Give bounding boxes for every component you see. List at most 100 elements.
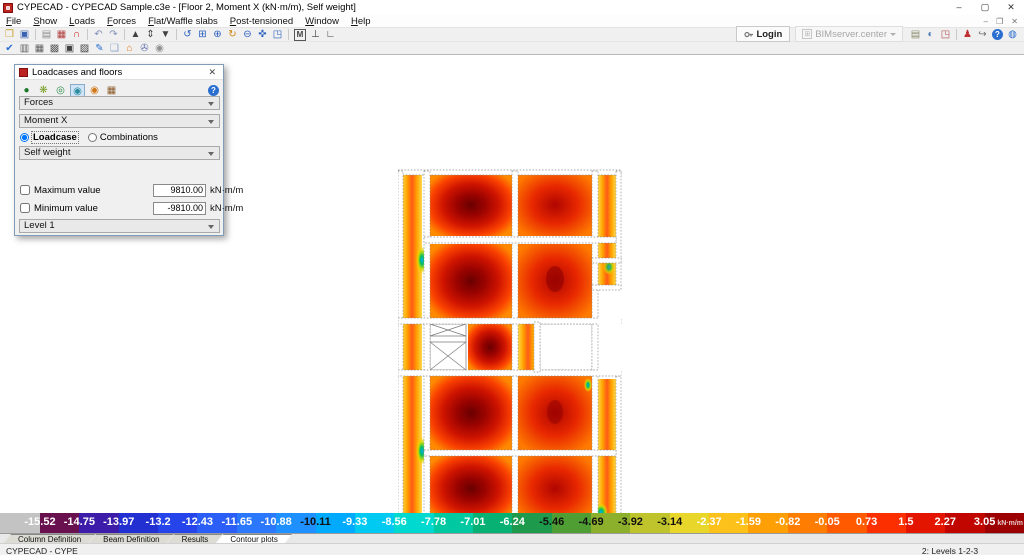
maximize-button[interactable]: ▢ <box>972 0 998 15</box>
dialog-icon <box>19 67 28 77</box>
scale-value: -8.56 <box>381 516 407 528</box>
dialog-help-icon[interactable]: ? <box>208 85 219 96</box>
menu-flat-waffle-slabs[interactable]: Flat/Waffle slabs <box>142 15 224 28</box>
maximum-value-row: Maximum value kN·m/m <box>20 183 243 197</box>
protect-job-icon[interactable]: ⌂ <box>122 42 137 55</box>
minimum-value-checkbox[interactable] <box>20 203 30 213</box>
minimum-unit-label: kN·m/m <box>210 202 244 214</box>
scale-value: -3.14 <box>657 516 683 528</box>
scale-value: -5.46 <box>539 516 565 528</box>
dialog-title-bar[interactable]: Loadcases and floors ✕ <box>15 65 223 80</box>
scale-value: -4.69 <box>578 516 604 528</box>
measure-icon[interactable]: ∟ <box>323 28 338 41</box>
scale-value: -2.37 <box>696 516 722 528</box>
elevation-view-icon[interactable]: ⊥ <box>308 28 323 41</box>
edit-surface-icon[interactable]: ✎ <box>92 42 107 55</box>
scale-value: -9.33 <box>342 516 368 528</box>
scale-value: -12.43 <box>181 516 214 528</box>
loadcase-radio-input[interactable] <box>20 132 29 142</box>
login-button[interactable]: Login <box>736 26 791 42</box>
login-label: Login <box>756 28 783 40</box>
magnet-snap-icon[interactable]: ∩ <box>69 28 84 41</box>
open-file-icon[interactable]: ❒ <box>2 28 17 41</box>
title-bar: CYPECAD - CYPECAD Sample.c3e - [Floor 2,… <box>0 0 1024 15</box>
category-select[interactable]: Forces <box>19 96 220 110</box>
maximum-unit-label: kN·m/m <box>210 184 244 196</box>
job-manager-icon[interactable]: ▦ <box>54 28 69 41</box>
menu-window[interactable]: Window <box>299 15 345 28</box>
slabs-tool-icon[interactable]: ▣ <box>62 42 77 55</box>
account-icons: ▤ ◐ ◳ ♟ ↪? ◍ <box>908 28 1020 41</box>
share-project-icon[interactable]: ◳ <box>938 28 953 41</box>
minimum-value-label: Minimum value <box>34 202 98 214</box>
minimize-button[interactable]: – <box>946 0 972 15</box>
zoom-out-icon[interactable]: ⊖ <box>240 28 255 41</box>
toolbar-separator <box>288 29 289 40</box>
floor-down-icon[interactable]: ▼ <box>158 28 173 41</box>
tab-column-definition[interactable]: Column Definition <box>4 534 95 543</box>
zoom-in-icon[interactable]: ⊕ <box>210 28 225 41</box>
scale-value: -15.52 <box>24 516 56 528</box>
menu-show[interactable]: Show <box>27 15 63 28</box>
key-icon <box>744 31 754 37</box>
scale-value: -0.82 <box>775 516 801 528</box>
visibility-icon[interactable]: ◉ <box>152 42 167 55</box>
help-icon[interactable]: ? <box>992 28 1003 40</box>
save-file-icon[interactable]: ▣ <box>17 28 32 41</box>
zoom-window-icon[interactable]: ⊞ <box>195 28 210 41</box>
print-icon[interactable]: ▤ <box>908 28 923 41</box>
scale-value: -13.97 <box>103 516 135 528</box>
texts-plan-icon[interactable]: M <box>294 28 306 41</box>
beams-tool-icon[interactable]: ▦ <box>32 42 47 55</box>
menu-help[interactable]: Help <box>345 15 377 28</box>
previous-view-icon[interactable]: ◳ <box>270 28 285 41</box>
scale-value: -3.92 <box>617 516 643 528</box>
bimserver-button[interactable]: ⊞ BIMserver.center <box>795 26 903 42</box>
attachment-icon[interactable]: ✇ <box>137 42 152 55</box>
tab-contour-plots[interactable]: Contour plots <box>216 534 292 543</box>
maximum-value-input[interactable] <box>153 183 206 197</box>
verify-check-icon[interactable]: ✔ <box>2 42 17 55</box>
scale-value: 0.73 <box>855 516 878 528</box>
undo-icon[interactable]: ↶ <box>91 28 106 41</box>
cype-web-icon[interactable]: ◍ <box>1005 28 1020 41</box>
pan-view-icon[interactable]: ✜ <box>255 28 270 41</box>
floor-select-icon[interactable]: ⇕ <box>143 28 158 41</box>
redraw-icon[interactable]: ↻ <box>225 28 240 41</box>
combinations-radio-input[interactable] <box>87 132 97 142</box>
loadcase-select[interactable]: Self weight <box>19 146 220 160</box>
window-title: CYPECAD - CYPECAD Sample.c3e - [Floor 2,… <box>17 2 356 13</box>
export-web-icon[interactable]: ◐ <box>923 28 938 41</box>
force-select[interactable]: Moment X <box>19 114 220 128</box>
close-button[interactable]: ✕ <box>998 0 1024 15</box>
floor-up-icon[interactable]: ▲ <box>128 28 143 41</box>
status-bar: CYPECAD - CYPE 2: Levels 1-2-3 <box>0 543 1024 556</box>
users-icon[interactable]: ♟ <box>960 28 975 41</box>
toolbar-separator <box>956 28 957 40</box>
menu-file[interactable]: File <box>0 15 27 28</box>
loadcase-radio[interactable]: Loadcase <box>20 130 79 144</box>
dialog-title: Loadcases and floors <box>32 66 123 78</box>
maximum-value-checkbox[interactable] <box>20 185 30 195</box>
scale-value: -7.78 <box>421 516 447 528</box>
job-list-icon[interactable]: ▤ <box>39 28 54 41</box>
columns-tool-icon[interactable]: ▥ <box>17 42 32 55</box>
dialog-close-icon[interactable]: ✕ <box>205 67 219 78</box>
tab-beam-definition[interactable]: Beam Definition <box>89 534 173 543</box>
bimserver-label: BIMserver.center <box>815 28 887 40</box>
toolbar-secondary: ✔ ▥ ▦ ▩ ▣ ▨ ✎ ❑ ⌂ ✇ ◉ <box>0 42 1024 55</box>
tab-results[interactable]: Results <box>168 534 223 543</box>
crossed-beams-tool-icon[interactable]: ▩ <box>47 42 62 55</box>
redo-icon[interactable]: ↷ <box>106 28 121 41</box>
waffle-tool-icon[interactable]: ▨ <box>77 42 92 55</box>
combinations-radio[interactable]: Combinations <box>87 132 158 143</box>
app-icon <box>3 2 13 13</box>
exit-application-icon[interactable]: ↪ <box>975 28 990 41</box>
menu-forces[interactable]: Forces <box>101 15 142 28</box>
rotate-view-icon[interactable]: ↺ <box>180 28 195 41</box>
menu-loads[interactable]: Loads <box>63 15 101 28</box>
level-select[interactable]: Level 1 <box>19 219 220 233</box>
annotation-bubble-icon[interactable]: ❑ <box>107 42 122 55</box>
menu-post-tensioned[interactable]: Post-tensioned <box>224 15 299 28</box>
minimum-value-input[interactable] <box>153 201 206 215</box>
